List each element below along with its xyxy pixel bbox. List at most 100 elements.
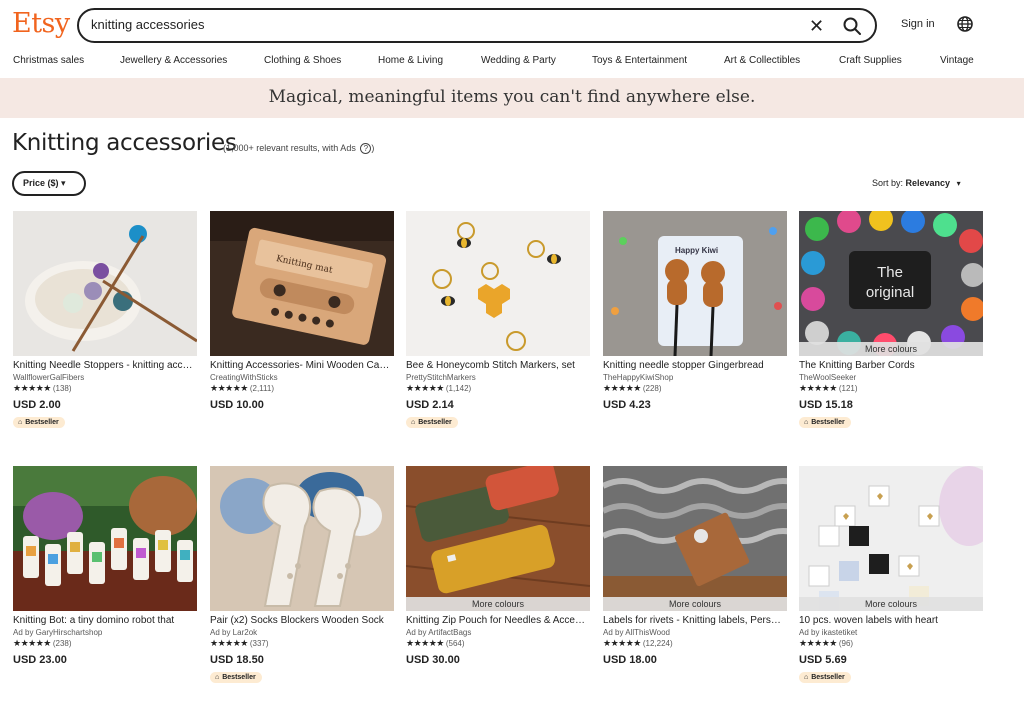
product-image[interactable]: More colours: [603, 466, 787, 611]
product-title[interactable]: Knitting Accessories- Mini Wooden Casset…: [210, 360, 392, 371]
globe-icon[interactable]: [956, 15, 974, 33]
search-bar[interactable]: ✕: [77, 8, 877, 43]
product-card[interactable]: Pair (x2) Socks Blockers Wooden Sock Ad …: [210, 466, 394, 684]
product-price: USD 10.00: [210, 399, 264, 411]
category-link[interactable]: Home & Living: [378, 55, 443, 66]
star-rating-icon: ★★★★★: [406, 638, 444, 648]
sort-value: Relevancy: [905, 178, 951, 188]
product-image[interactable]: [13, 211, 197, 356]
review-count: (12,224): [642, 639, 673, 648]
product-card[interactable]: Knitting mat Knitting Accessories- Mini …: [210, 211, 394, 411]
category-link[interactable]: Jewellery & Accessories: [120, 55, 227, 66]
review-count: (2,111): [249, 384, 275, 393]
category-link[interactable]: Vintage: [940, 55, 974, 66]
product-title[interactable]: Knitting needle stopper Gingerbread: [603, 360, 785, 371]
badge-label: Bestseller: [811, 419, 845, 426]
product-price: USD 5.69: [799, 654, 847, 666]
product-title[interactable]: Labels for rivets - Knitting labels, Per…: [603, 615, 785, 626]
category-link[interactable]: Art & Collectibles: [724, 55, 800, 66]
category-link[interactable]: Toys & Entertainment: [592, 55, 687, 66]
shop-name[interactable]: Ad by AllThisWood: [603, 628, 787, 637]
product-price: USD 18.00: [603, 654, 657, 666]
sign-in-link[interactable]: Sign in: [901, 18, 935, 30]
product-card[interactable]: Knitting Needle Stoppers - knitting acce…: [13, 211, 197, 429]
product-card[interactable]: More colours Knitting Zip Pouch for Need…: [406, 466, 590, 666]
product-price: USD 2.00: [13, 399, 61, 411]
result-count-text: (1,000+ relevant results, with Ads: [223, 143, 356, 153]
result-count: (1,000+ relevant results, with Ads ?): [223, 143, 374, 154]
product-card[interactable]: Knitting Bot: a tiny domino robot that A…: [13, 466, 197, 666]
help-icon[interactable]: ?: [360, 143, 372, 154]
product-image[interactable]: More colours: [406, 466, 590, 611]
category-link[interactable]: Wedding & Party: [481, 55, 556, 66]
category-link[interactable]: Clothing & Shoes: [264, 55, 341, 66]
product-title[interactable]: Pair (x2) Socks Blockers Wooden Sock: [210, 615, 392, 626]
product-card[interactable]: More colours Labels for rivets - Knittin…: [603, 466, 787, 666]
shop-name[interactable]: WallflowerGalFibers: [13, 373, 197, 382]
shop-name[interactable]: Ad by ikastetiket: [799, 628, 983, 637]
more-colours-label[interactable]: More colours: [799, 597, 983, 611]
badge-icon: ⌂: [804, 674, 809, 681]
price-filter-button[interactable]: Price ($) ▾: [12, 171, 86, 196]
review-count: (138): [52, 384, 72, 393]
product-title[interactable]: Knitting Needle Stoppers - knitting acce…: [13, 360, 195, 371]
bestseller-badge: ⌂ Bestseller: [13, 417, 65, 428]
bestseller-badge: ⌂ Bestseller: [406, 417, 458, 428]
product-price: USD 23.00: [13, 654, 67, 666]
product-image[interactable]: Happy Kiwi: [603, 211, 787, 356]
product-title[interactable]: 10 pcs. woven labels with heart: [799, 615, 981, 626]
product-image[interactable]: [13, 466, 197, 611]
rating: ★★★★★ (121): [799, 383, 983, 394]
shop-name[interactable]: Ad by Lar2ok: [210, 628, 394, 637]
badge-label: Bestseller: [811, 674, 845, 681]
product-image[interactable]: The original More colours: [799, 211, 983, 356]
card-label: Happy Kiwi: [675, 246, 718, 255]
shop-name[interactable]: PrettyStitchMarkers: [406, 373, 590, 382]
category-link[interactable]: Christmas sales: [13, 55, 84, 66]
rating: ★★★★★ (1,142): [406, 383, 590, 394]
shop-name[interactable]: TheHappyKiwiShop: [603, 373, 787, 382]
star-rating-icon: ★★★★★: [13, 383, 51, 393]
category-nav: Christmas sales Jewellery & Accessories …: [0, 50, 1024, 78]
product-image[interactable]: Knitting mat: [210, 211, 394, 356]
search-icon[interactable]: [842, 16, 862, 36]
more-colours-label[interactable]: More colours: [603, 597, 787, 611]
badge-icon: ⌂: [411, 419, 416, 426]
rating: ★★★★★ (138): [13, 383, 197, 394]
search-input[interactable]: [91, 17, 791, 32]
sort-dropdown[interactable]: Sort by: Relevancy ▾: [872, 178, 961, 188]
shop-name[interactable]: Ad by ArtifactBags: [406, 628, 590, 637]
shop-name[interactable]: TheWoolSeeker: [799, 373, 983, 382]
product-image[interactable]: More colours: [799, 466, 983, 611]
product-card[interactable]: Happy Kiwi Knitting needle stopper Ginge…: [603, 211, 787, 411]
product-image[interactable]: [210, 466, 394, 611]
product-title[interactable]: Knitting Bot: a tiny domino robot that: [13, 615, 195, 626]
product-card[interactable]: The original More colours The Knitting B…: [799, 211, 983, 429]
promo-banner: Magical, meaningful items you can't find…: [0, 78, 1024, 118]
product-price: USD 15.18: [799, 399, 853, 411]
star-rating-icon: ★★★★★: [603, 638, 641, 648]
star-rating-icon: ★★★★★: [210, 383, 248, 393]
clear-search-icon[interactable]: ✕: [809, 16, 824, 37]
star-rating-icon: ★★★★★: [13, 638, 51, 648]
etsy-logo[interactable]: Etsy: [12, 8, 70, 39]
product-title[interactable]: Knitting Zip Pouch for Needles & Accesso…: [406, 615, 588, 626]
review-count: (96): [838, 639, 854, 648]
badge-icon: ⌂: [215, 674, 220, 681]
product-image[interactable]: [406, 211, 590, 356]
product-title[interactable]: The Knitting Barber Cords: [799, 360, 981, 371]
badge-label: Bestseller: [222, 674, 256, 681]
product-card[interactable]: More colours 10 pcs. woven labels with h…: [799, 466, 983, 684]
bestseller-badge: ⌂ Bestseller: [799, 417, 851, 428]
more-colours-label[interactable]: More colours: [406, 597, 590, 611]
site-header: Etsy ✕ Sign in: [0, 0, 1024, 50]
star-rating-icon: ★★★★★: [406, 383, 444, 393]
product-title[interactable]: Bee & Honeycomb Stitch Markers, set: [406, 360, 588, 371]
category-link[interactable]: Craft Supplies: [839, 55, 902, 66]
star-rating-icon: ★★★★★: [210, 638, 248, 648]
more-colours-label[interactable]: More colours: [799, 342, 983, 356]
badge-label: Bestseller: [25, 419, 59, 426]
product-card[interactable]: Bee & Honeycomb Stitch Markers, set Pret…: [406, 211, 590, 429]
shop-name[interactable]: CreatingWithSticks: [210, 373, 394, 382]
shop-name[interactable]: Ad by GaryHirschartshop: [13, 628, 197, 637]
